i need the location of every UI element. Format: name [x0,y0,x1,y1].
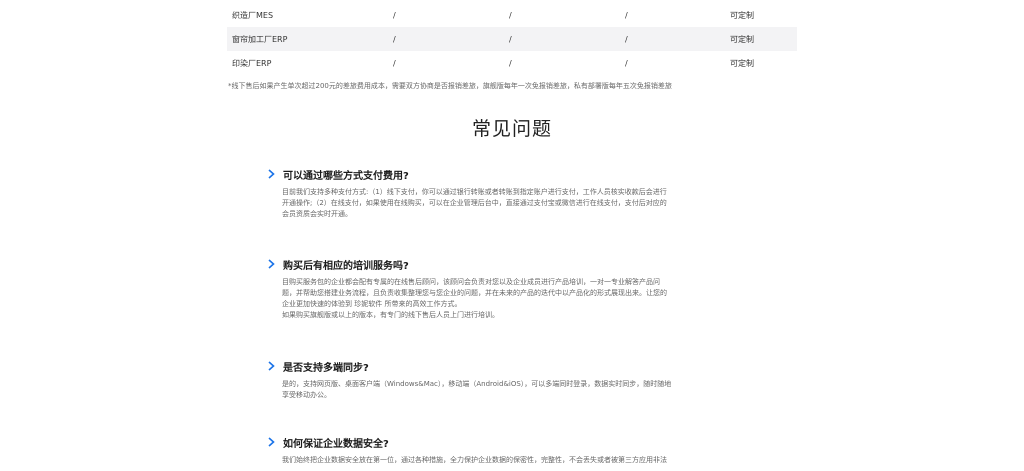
table-row: 窗帘加工厂ERP / / / 可定制 [227,27,797,51]
faq-answer-line: 享受移动办公。 [282,391,331,399]
comparison-table: 织造厂MES / / / 可定制 窗帘加工厂ERP / / / 可定制 印染厂E… [227,3,797,75]
faq-answer: 目前我们支持多种支付方式:（1）线下支付，你可以通过银行转账或者转账到指定账户进… [282,187,762,220]
table-row: 织造厂MES / / / 可定制 [227,3,797,27]
row-value-custom: 可定制 [730,10,754,20]
faq-question-toggle[interactable]: 可以通过哪些方式支付费用? [268,166,768,182]
faq-item: 是否支持多端同步? 是的，支持网页版、桌面客户端（Windows&Mac），移动… [268,358,768,401]
faq-question: 如何保证企业数据安全? [283,438,389,450]
chevron-right-icon [268,258,278,270]
row-value-custom: 可定制 [730,58,754,68]
row-value: / [625,58,628,68]
faq-question: 可以通过哪些方式支付费用? [283,170,409,182]
faq-answer-line: 我们始终把企业数据安全放在第一位，通过各种措施，全力保护企业数据的保密性，完整性… [282,456,667,464]
faq-answer-line: 目购买服务包的企业都会配有专属的在线售后顾问，该顾问会负责对您以及企业成员进行产… [282,278,660,286]
chevron-right-icon [268,436,278,448]
table-row: 印染厂ERP / / / 可定制 [227,51,797,75]
faq-question: 是否支持多端同步? [283,362,369,374]
row-value: / [509,10,512,20]
chevron-right-icon [268,360,278,372]
faq-answer: 目购买服务包的企业都会配有专属的在线售后顾问，该顾问会负责对您以及企业成员进行产… [282,277,762,321]
faq-answer-line: 题，并帮助您搭建业务流程，且负责收集整理您与您企业的问题，并在未来的产品的迭代中… [282,289,667,297]
row-value-custom: 可定制 [730,34,754,44]
row-value: / [509,34,512,44]
faq-item: 购买后有相应的培训服务吗? 目购买服务包的企业都会配有专属的在线售后顾问，该顾问… [268,256,768,321]
row-value: / [393,34,396,44]
row-name: 织造厂MES [232,10,274,20]
row-name: 印染厂ERP [232,58,272,68]
faq-answer: 是的，支持网页版、桌面客户端（Windows&Mac），移动端（Android&… [282,379,762,401]
faq-question-toggle[interactable]: 如何保证企业数据安全? [268,434,768,450]
faq-answer-line: 开通操作;（2）在线支付，如果使用在线购买，可以在企业管理后台中，直接通过支付宝… [282,199,667,207]
faq-answer-line: 目前我们支持多种支付方式:（1）线下支付，你可以通过银行转账或者转账到指定账户进… [282,188,667,196]
faq-question-toggle[interactable]: 购买后有相应的培训服务吗? [268,256,768,272]
faq-answer-line: 如果购买旗舰版或以上的版本，有专门的线下售后人员上门进行培训。 [282,311,499,319]
pricing-page: 织造厂MES / / / 可定制 窗帘加工厂ERP / / / 可定制 印染厂E… [0,0,1024,471]
faq-answer-line: 企业更加快速的体验到 珍妮软件 所带来的高效工作方式。 [282,300,462,308]
row-name: 窗帘加工厂ERP [232,34,288,44]
faq-answer-line: 是的，支持网页版、桌面客户端（Windows&Mac），移动端（Android&… [282,380,672,388]
row-value: / [509,58,512,68]
row-value: / [625,10,628,20]
row-value: / [393,58,396,68]
row-value: / [625,34,628,44]
faq-answer: 我们始终把企业数据安全放在第一位，通过各种措施，全力保护企业数据的保密性，完整性… [282,455,762,466]
faq-question-toggle[interactable]: 是否支持多端同步? [268,358,768,374]
faq-section-title: 常见问题 [471,118,552,140]
faq-answer-line: 会员资质会实时开通。 [282,210,352,218]
faq-item: 如何保证企业数据安全? 我们始终把企业数据安全放在第一位，通过各种措施，全力保护… [268,434,768,466]
row-value: / [393,10,396,20]
chevron-right-icon [268,168,278,180]
faq-item: 可以通过哪些方式支付费用? 目前我们支持多种支付方式:（1）线下支付，你可以通过… [268,166,768,220]
faq-question: 购买后有相应的培训服务吗? [283,260,409,272]
table-footnote: *线下售后如果产生单次超过200元的差旅费用成本，需要双方协商是否报销差旅，旗舰… [228,82,672,90]
